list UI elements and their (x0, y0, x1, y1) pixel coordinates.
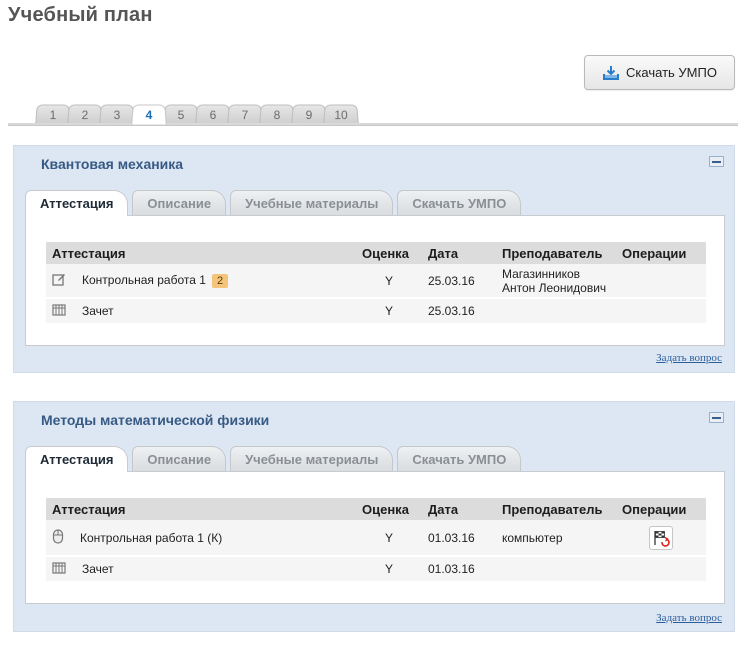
attestation-box: Аттестация Оценка Дата Преподаватель Опе… (25, 215, 725, 346)
teacher-value (496, 556, 616, 583)
course-panel-quantum: Квантовая механика Аттестация Описание У… (13, 145, 735, 373)
tab-materials[interactable]: Учебные материалы (230, 446, 394, 472)
grade-value: Y (356, 520, 422, 557)
tab-attestation[interactable]: Аттестация (25, 446, 129, 472)
table-row: Контрольная работа 1 (К) Y 01.03.16 комп… (46, 520, 706, 557)
collapse-icon[interactable] (709, 156, 724, 167)
ask-question-link[interactable]: Задать вопрос (656, 612, 722, 624)
edit-icon (52, 272, 66, 289)
header-teacher: Преподаватель (496, 242, 616, 264)
attestation-name[interactable]: Зачет (82, 562, 114, 576)
course-tabs: Аттестация Описание Учебные материалы Ск… (25, 446, 522, 472)
attestation-table: Аттестация Оценка Дата Преподаватель Опе… (46, 498, 706, 583)
attestation-name[interactable]: Контрольная работа 1 (К) (80, 531, 222, 545)
header-attestation: Аттестация (46, 242, 356, 264)
mouse-icon (52, 528, 64, 547)
attempt-badge: 2 (211, 274, 229, 288)
tab-semester-8[interactable]: 8 (259, 104, 295, 125)
teacher-value: компьютер (496, 520, 616, 557)
tab-download-umpo[interactable]: Скачать УМПО (397, 446, 522, 472)
semester-tabs: 1 2 3 4 5 6 7 8 9 10 (35, 104, 359, 125)
tab-attestation[interactable]: Аттестация (25, 190, 129, 216)
table-row: Зачет Y 01.03.16 (46, 556, 706, 583)
date-value: 25.03.16 (422, 298, 496, 325)
tab-semester-4[interactable]: 4 (131, 104, 167, 125)
ask-question-link[interactable]: Задать вопрос (656, 352, 722, 364)
operations-cell (616, 520, 706, 557)
tab-semester-7[interactable]: 7 (227, 104, 263, 125)
date-value: 01.03.16 (422, 520, 496, 557)
course-panel-math-physics: Методы математической физики Аттестация … (13, 401, 735, 632)
header-date: Дата (422, 242, 496, 264)
course-title: Квантовая механика (41, 156, 184, 172)
grade-value: Y (356, 264, 422, 299)
teacher-value (496, 298, 616, 325)
table-row: Зачет Y 25.03.16 (46, 298, 706, 325)
collapse-icon[interactable] (709, 412, 724, 423)
tab-description[interactable]: Описание (132, 190, 227, 216)
tab-semester-5[interactable]: 5 (163, 104, 199, 125)
tab-semester-3[interactable]: 3 (99, 104, 135, 125)
course-tabs: Аттестация Описание Учебные материалы Ск… (25, 190, 522, 216)
header-teacher: Преподаватель (496, 498, 616, 520)
header-date: Дата (422, 498, 496, 520)
tab-semester-6[interactable]: 6 (195, 104, 231, 125)
gradebook-icon (52, 561, 66, 577)
teacher-value: Магазинников Антон Леонидович (496, 264, 616, 299)
tab-materials[interactable]: Учебные материалы (230, 190, 394, 216)
tab-semester-1[interactable]: 1 (35, 104, 71, 125)
teacher-surname: Магазинников (502, 266, 581, 281)
teacher-firstname: Антон Леонидович (502, 280, 607, 295)
tab-semester-9[interactable]: 9 (291, 104, 327, 125)
date-value: 01.03.16 (422, 556, 496, 583)
grade-value: Y (356, 556, 422, 583)
tab-semester-2[interactable]: 2 (67, 104, 103, 125)
tab-download-umpo[interactable]: Скачать УМПО (397, 190, 522, 216)
date-value: 25.03.16 (422, 264, 496, 299)
download-tray-icon (602, 65, 620, 81)
attestation-box: Аттестация Оценка Дата Преподаватель Опе… (25, 471, 725, 604)
attestation-table: Аттестация Оценка Дата Преподаватель Опе… (46, 242, 706, 325)
semester-tabs-divider (8, 123, 738, 126)
header-operations: Операции (616, 242, 706, 264)
table-header-row: Аттестация Оценка Дата Преподаватель Опе… (46, 498, 706, 520)
header-operations: Операции (616, 498, 706, 520)
page-title: Учебный план (8, 4, 153, 26)
download-umpo-button[interactable]: Скачать УМПО (584, 55, 735, 90)
download-umpo-label: Скачать УМПО (626, 65, 717, 80)
header-attestation: Аттестация (46, 498, 356, 520)
attestation-name[interactable]: Контрольная работа 1 (82, 273, 206, 287)
tab-description[interactable]: Описание (132, 446, 227, 472)
header-grade: Оценка (356, 498, 422, 520)
header-grade: Оценка (356, 242, 422, 264)
attestation-name[interactable]: Зачет (82, 304, 114, 318)
course-title: Методы математической физики (41, 412, 270, 428)
operations-cell (616, 298, 706, 325)
table-header-row: Аттестация Оценка Дата Преподаватель Опе… (46, 242, 706, 264)
gradebook-icon (52, 303, 66, 319)
table-row: Контрольная работа 1 2 Y 25.03.16 Магазин… (46, 264, 706, 299)
operations-cell (616, 264, 706, 299)
operations-cell (616, 556, 706, 583)
grade-value: Y (356, 298, 422, 325)
tab-semester-10[interactable]: 10 (323, 104, 359, 125)
flag-refresh-icon[interactable] (649, 525, 673, 550)
